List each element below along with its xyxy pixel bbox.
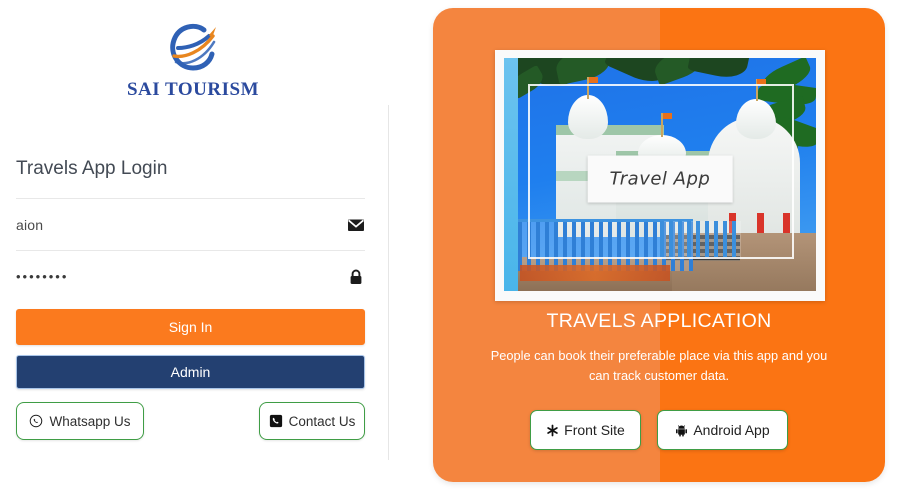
front-site-button[interactable]: Front Site [530, 410, 641, 450]
envelope-icon [347, 216, 365, 234]
android-app-label: Android App [693, 422, 770, 438]
photo-caption-box: Travel App [587, 155, 733, 203]
email-field-row[interactable] [16, 198, 365, 250]
flower-bed [520, 265, 670, 281]
password-input[interactable] [16, 251, 316, 302]
android-icon [675, 424, 688, 437]
login-page: SAI TOURISM Travels App Login Sign In [0, 0, 900, 500]
lock-icon [347, 268, 365, 286]
phone-icon [269, 414, 283, 428]
sign-in-button[interactable]: Sign In [16, 309, 365, 345]
front-site-label: Front Site [564, 422, 625, 438]
promo-description: People can book their preferable place v… [490, 348, 828, 383]
email-input[interactable] [16, 199, 316, 250]
page-title: Travels App Login [16, 158, 168, 179]
whatsapp-us-label: Whatsapp Us [49, 413, 131, 429]
panel-divider [388, 105, 389, 460]
photo-caption-text: Travel App [609, 168, 711, 190]
password-field-row[interactable] [16, 250, 365, 302]
whatsapp-icon [29, 414, 43, 428]
promo-photo-frame: Travel App [495, 50, 825, 301]
promo-panel: Travel App TRAVELS APPLICATION People ca… [433, 8, 885, 482]
swoosh-globe-e-logo [157, 12, 229, 84]
android-app-button[interactable]: Android App [657, 410, 788, 450]
hindu-temple-photograph: Travel App [504, 58, 816, 291]
promo-title: TRAVELS APPLICATION [546, 310, 772, 332]
photo-left-edge [504, 58, 518, 291]
login-panel: SAI TOURISM Travels App Login Sign In [0, 0, 389, 500]
whatsapp-us-button[interactable]: Whatsapp Us [16, 402, 144, 440]
brand-logo: SAI TOURISM [118, 12, 268, 112]
contact-us-button[interactable]: Contact Us [259, 402, 365, 440]
asterisk-icon [546, 424, 559, 437]
admin-button[interactable]: Admin [16, 355, 365, 389]
contact-us-label: Contact Us [288, 413, 356, 429]
